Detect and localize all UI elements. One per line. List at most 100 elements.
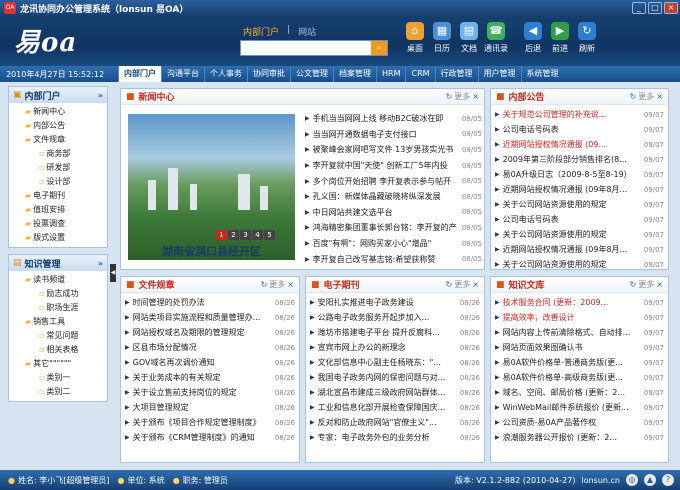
- sidebar-item[interactable]: ▫ 相关表格: [9, 343, 107, 357]
- item-title[interactable]: 网站页面效果图确认书: [503, 342, 641, 353]
- nav-item[interactable]: 行政管理: [434, 66, 478, 82]
- item-title[interactable]: 公路电子政务服务开起步加入...: [318, 312, 457, 323]
- sidebar-item[interactable]: ▰ 其它"""""": [9, 357, 107, 371]
- sidebar-item[interactable]: ▫ 设计部: [9, 175, 107, 189]
- sidebar-item[interactable]: ▰ 销售工具: [9, 315, 107, 329]
- list-item[interactable]: ▶ 提高效率，改善设计 09/07: [495, 310, 664, 325]
- list-item[interactable]: ▶ 李开复自己改写基志铭:希望获称赞 08/05: [305, 251, 482, 267]
- more-label[interactable]: 更多: [638, 92, 654, 101]
- list-item[interactable]: ▶ 网站授权域名及期限的管理规定 08/26: [125, 325, 295, 340]
- list-item[interactable]: ▶ 工业和信息化部开展检查保障国庆... 08/26: [310, 400, 480, 415]
- list-item[interactable]: ▶ 关于业务成本的有关规定 08/26: [125, 370, 295, 385]
- sidebar-item[interactable]: ▫ 商务部: [9, 147, 107, 161]
- sidebar-item[interactable]: ▰ 投票调查: [9, 217, 107, 231]
- toolbar-refresh-button[interactable]: ↻ 刷新: [574, 22, 600, 54]
- nav-item[interactable]: HRM: [376, 66, 405, 82]
- pager-button[interactable]: 5: [264, 230, 275, 240]
- list-item[interactable]: ▶ 反对和防止政府网站"官僚主义"... 08/26: [310, 415, 480, 430]
- nav-item[interactable]: 个人事务: [204, 66, 247, 82]
- nav-item[interactable]: 沟通平台: [161, 66, 204, 82]
- item-title[interactable]: 手机当当网网上线 移动B2C破冰在即: [313, 113, 459, 124]
- sidebar-item[interactable]: ▫ 职场生涯: [9, 301, 107, 315]
- list-item[interactable]: ▶ 网站类项目实施流程和质量管理办... 08/26: [125, 310, 295, 325]
- more-link[interactable]: ↻ 更多 ×: [446, 279, 479, 290]
- search-icon[interactable]: ⌕: [371, 41, 387, 55]
- item-title[interactable]: WinWebMail邮件系统报价 (更新...: [503, 402, 641, 413]
- item-title[interactable]: 孔义国：新媒体晶藏破晓将纵深发展: [313, 191, 459, 202]
- sidebar-item[interactable]: ▰ 版式设置: [9, 231, 107, 245]
- list-item[interactable]: ▶ 专家：电子政务外包的业务分析 08/26: [310, 430, 480, 445]
- header-tab-portal[interactable]: 内部门户: [243, 25, 279, 38]
- refresh-icon[interactable]: ↻: [446, 92, 453, 101]
- nav-item[interactable]: 档案管理: [333, 66, 376, 82]
- refresh-icon[interactable]: ↻: [630, 92, 637, 101]
- list-item[interactable]: ▶ 鸿海精密集团董事长郭台铭：李开复的产 08/05: [305, 220, 482, 236]
- sidebar-item[interactable]: ▰ 文件规章: [9, 133, 107, 147]
- close-panel-icon[interactable]: ×: [472, 92, 479, 101]
- sidebar-toggle-handle[interactable]: ◀: [110, 264, 116, 282]
- list-item[interactable]: ▶ 关于设立售前支持岗位的规定 08/26: [125, 385, 295, 400]
- close-panel-icon[interactable]: ×: [656, 280, 663, 289]
- toolbar-home-button[interactable]: ⌂ 桌面: [402, 22, 428, 54]
- more-link[interactable]: ↻ 更多 ×: [630, 91, 663, 102]
- list-item[interactable]: ▶ 近期网站授权情况通报 (09... 09/07: [495, 137, 664, 152]
- item-title[interactable]: 专家：电子政务外包的业务分析: [318, 432, 457, 443]
- list-item[interactable]: ▶ 关于颁布《CRM管理制度》的通知 08/26: [125, 430, 295, 445]
- item-title[interactable]: 技术服务合同 (更新：2009...: [503, 297, 641, 308]
- item-title[interactable]: 宣宾市网上办公的新理念: [318, 342, 457, 353]
- item-title[interactable]: 域名、空间、邮局价格 (更新：2...: [503, 387, 641, 398]
- item-title[interactable]: 关于颁布《项目合作规定管理制度》: [133, 417, 272, 428]
- item-title[interactable]: 易0A升级日志（2009-8-5至8-19）: [503, 169, 641, 180]
- item-title[interactable]: 公司电话号码表: [503, 124, 641, 135]
- item-title[interactable]: 湖北宣昌市建成三级政府网站群体...: [318, 387, 457, 398]
- list-item[interactable]: ▶ 当当网开通数据电子支付接口 08/05: [305, 127, 482, 143]
- list-item[interactable]: ▶ 安阳扎实推进电子政务建设 08/26: [310, 295, 480, 310]
- toolbar-contacts-button[interactable]: ☎ 通讯录: [483, 22, 509, 54]
- list-item[interactable]: ▶ 中日网站共建文选平台 08/05: [305, 205, 482, 221]
- help-icon[interactable]: ?: [662, 474, 674, 486]
- list-item[interactable]: ▶ 关于规范公司管理的补充说... 09/07: [495, 107, 664, 122]
- item-title[interactable]: 反对和防止政府网站"官僚主义"...: [318, 417, 457, 428]
- item-title[interactable]: GOV域名再次调价通知: [133, 357, 272, 368]
- list-item[interactable]: ▶ 关于公司网站资源使用的规定 09/07: [495, 227, 664, 242]
- item-title[interactable]: 关于业务成本的有关规定: [133, 372, 272, 383]
- pager-button[interactable]: 1: [216, 230, 227, 240]
- more-label[interactable]: 更多: [269, 280, 285, 289]
- list-item[interactable]: ▶ WinWebMail邮件系统报价 (更新... 09/07: [495, 400, 664, 415]
- item-title[interactable]: 关于设立售前支持岗位的规定: [133, 387, 272, 398]
- toolbar-document-button[interactable]: ▤ 文档: [456, 22, 482, 54]
- nav-item[interactable]: 系统管理: [520, 66, 564, 82]
- more-label[interactable]: 更多: [454, 92, 470, 101]
- item-title[interactable]: 近期网站授权情况通报 (09...: [503, 139, 641, 150]
- header-tab-web[interactable]: 网站: [298, 25, 316, 38]
- list-item[interactable]: ▶ 易0A软件价格单-高级商务版(更... 09/07: [495, 370, 664, 385]
- list-item[interactable]: ▶ 技术服务合同 (更新：2009... 09/07: [495, 295, 664, 310]
- item-title[interactable]: 易0A软件价格单-普通商务版(更...: [503, 357, 641, 368]
- item-title[interactable]: 关于公司网站资源使用的规定: [503, 229, 641, 240]
- minimize-button[interactable]: _: [632, 2, 646, 14]
- collapse-icon[interactable]: »: [98, 259, 103, 268]
- item-title[interactable]: 鸿海精密集团董事长郭台铭：李开复的产: [313, 222, 459, 233]
- refresh-icon[interactable]: ↻: [446, 280, 453, 289]
- refresh-icon[interactable]: ↻: [261, 280, 268, 289]
- globe-icon[interactable]: ◎: [626, 474, 638, 486]
- sidebar-item[interactable]: ▫ 研发部: [9, 161, 107, 175]
- status-site[interactable]: lonsun.cn: [581, 476, 620, 485]
- list-item[interactable]: ▶ 文化部信息中心副主任杨晓东："... 08/26: [310, 355, 480, 370]
- toolbar-calendar-button[interactable]: ▦ 日历: [429, 22, 455, 54]
- list-item[interactable]: ▶ 大项目管理规定 08/26: [125, 400, 295, 415]
- sidebar-item[interactable]: ▫ 常见问题: [9, 329, 107, 343]
- sidebar-item[interactable]: ▫ 类别二: [9, 385, 107, 399]
- list-item[interactable]: ▶ 李开复就中国"天使" 创新工厂5年内投 08/05: [305, 158, 482, 174]
- list-item[interactable]: ▶ 宣宾市网上办公的新理念 08/26: [310, 340, 480, 355]
- toolbar-forward-button[interactable]: ▶ 前进: [547, 22, 573, 54]
- item-title[interactable]: 公司资质-易0A产品著作权: [503, 417, 641, 428]
- close-panel-icon[interactable]: ×: [287, 280, 294, 289]
- item-title[interactable]: 提高效率，改善设计: [503, 312, 641, 323]
- list-item[interactable]: ▶ 域名、空间、邮局价格 (更新：2... 09/07: [495, 385, 664, 400]
- list-item[interactable]: ▶ 区县市场分配情况 08/26: [125, 340, 295, 355]
- close-button[interactable]: ×: [664, 2, 678, 14]
- list-item[interactable]: ▶ 公司资质-易0A产品著作权 09/07: [495, 415, 664, 430]
- list-item[interactable]: ▶ 手机当当网网上线 移动B2C破冰在即 08/05: [305, 111, 482, 127]
- list-item[interactable]: ▶ 公路电子政务服务开起步加入... 08/26: [310, 310, 480, 325]
